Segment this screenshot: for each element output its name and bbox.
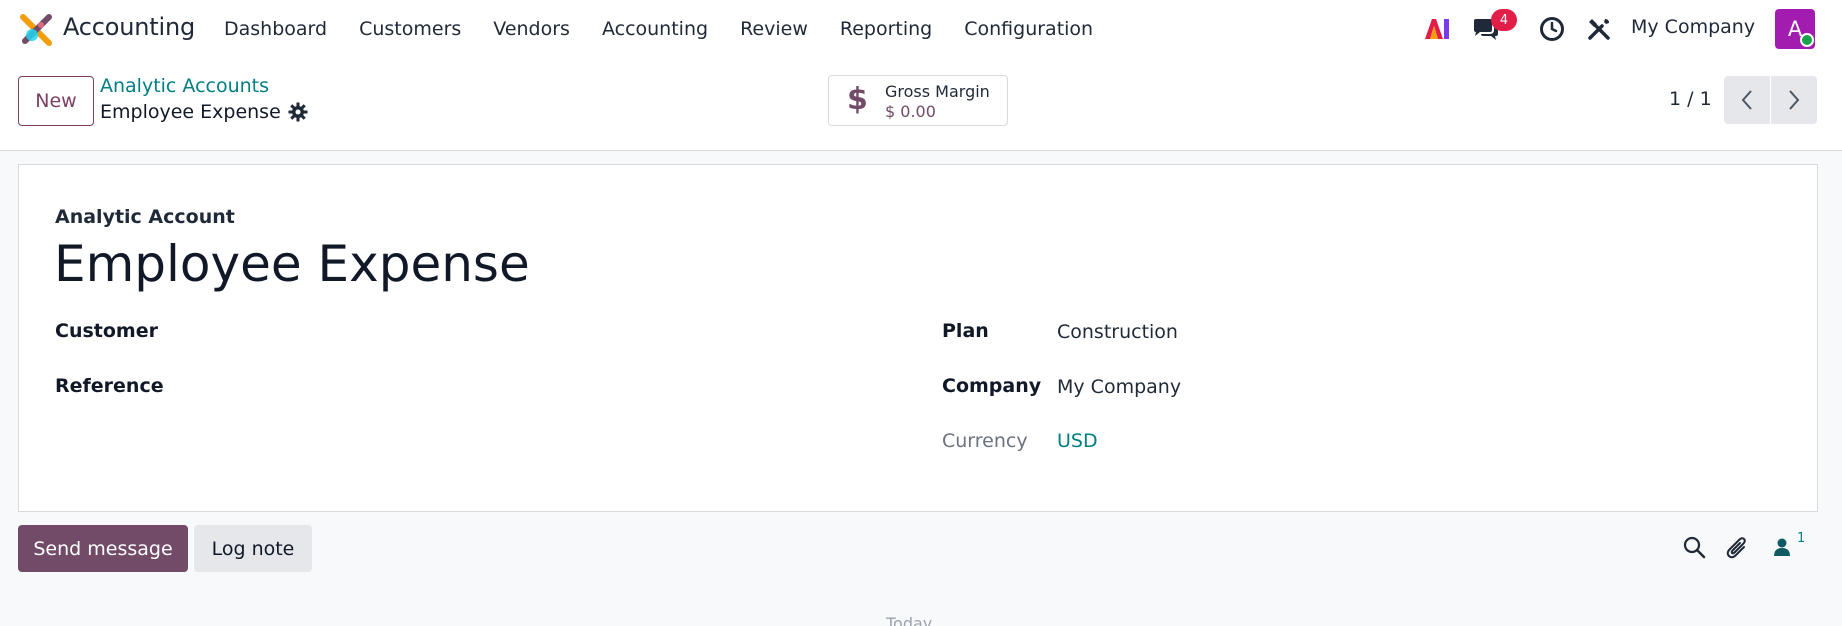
plan-field[interactable]: Construction — [1057, 321, 1178, 343]
breadcrumb-analytic-accounts[interactable]: Analytic Accounts — [100, 75, 269, 97]
search-icon[interactable] — [1682, 535, 1706, 559]
pager-previous-button[interactable] — [1724, 76, 1770, 124]
gross-margin-label: Gross Margin — [885, 82, 990, 101]
date-separator: Today — [886, 614, 933, 626]
form-sheet: Analytic Account Employee Expense Custom… — [18, 164, 1818, 512]
top-navbar: Accounting Dashboard Customers Vendors A… — [0, 0, 1842, 58]
clock-icon[interactable] — [1539, 16, 1565, 42]
company-field[interactable]: My Company — [1057, 376, 1181, 398]
plan-label: Plan — [942, 320, 989, 342]
chevron-left-icon — [1741, 90, 1752, 110]
account-name-field[interactable]: Employee Expense — [54, 235, 530, 293]
new-button[interactable]: New — [18, 76, 94, 126]
company-switcher[interactable]: My Company — [1631, 16, 1755, 38]
menu-item-accounting[interactable]: Accounting — [602, 18, 708, 40]
followers-icon[interactable] — [1772, 537, 1792, 557]
chevron-right-icon — [1789, 90, 1800, 110]
log-note-button[interactable]: Log note — [194, 525, 312, 572]
online-status-indicator — [1800, 33, 1814, 47]
reference-label: Reference — [55, 375, 164, 397]
menu-item-dashboard[interactable]: Dashboard — [224, 18, 327, 40]
menu-item-customers[interactable]: Customers — [359, 18, 461, 40]
main-menu: Dashboard Customers Vendors Accounting R… — [224, 0, 1125, 58]
control-panel: New Analytic Accounts Employee Expense $… — [0, 58, 1842, 151]
send-message-button[interactable]: Send message — [18, 525, 188, 572]
menu-item-review[interactable]: Review — [740, 18, 808, 40]
accounting-app-icon[interactable] — [19, 13, 55, 47]
messages-badge: 4 — [1491, 9, 1517, 31]
tools-icon[interactable] — [1586, 16, 1612, 42]
app-name[interactable]: Accounting — [63, 13, 195, 41]
currency-label: Currency — [942, 430, 1028, 452]
breadcrumb-current-record: Employee Expense — [100, 101, 281, 123]
pager-value[interactable]: 1 / 1 — [1669, 88, 1712, 110]
customer-field[interactable] — [189, 318, 889, 346]
gross-margin-stat-button[interactable]: $ Gross Margin $ 0.00 — [828, 75, 1008, 126]
dollar-icon: $ — [847, 82, 868, 117]
menu-item-reporting[interactable]: Reporting — [840, 18, 932, 40]
currency-field[interactable]: USD — [1057, 430, 1098, 452]
ai-icon[interactable] — [1423, 17, 1451, 41]
form-subtitle: Analytic Account — [55, 206, 235, 228]
reference-field[interactable] — [189, 373, 889, 401]
gross-margin-value: $ 0.00 — [885, 102, 936, 121]
paperclip-icon[interactable] — [1726, 535, 1750, 561]
pager-next-button[interactable] — [1771, 76, 1817, 124]
customer-label: Customer — [55, 320, 158, 342]
menu-item-configuration[interactable]: Configuration — [964, 18, 1093, 40]
followers-count: 1 — [1797, 531, 1806, 546]
company-label: Company — [942, 375, 1042, 397]
gear-icon[interactable] — [288, 102, 308, 122]
menu-item-vendors[interactable]: Vendors — [493, 18, 570, 40]
